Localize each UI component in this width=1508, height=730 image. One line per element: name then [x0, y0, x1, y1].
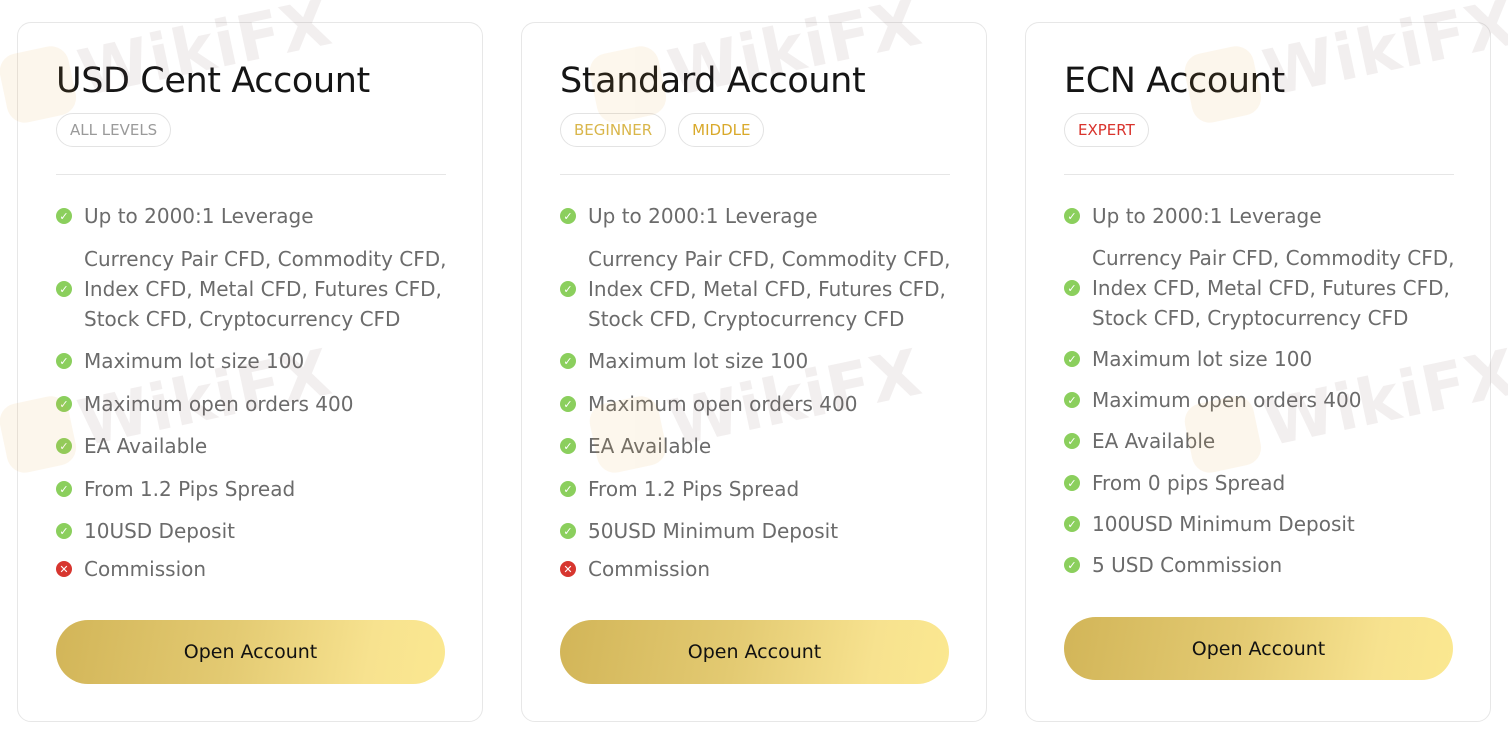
divider — [56, 174, 446, 175]
feature-text: Commission — [588, 557, 711, 581]
account-card-ecn: ECN Account EXPERT ✓ Up to 2000:1 Leverag… — [1025, 22, 1491, 722]
open-account-button[interactable]: Open Account — [56, 620, 445, 684]
check-circle-icon: ✓ — [56, 438, 72, 454]
card-title: Standard Account — [560, 61, 866, 101]
feature-item: ✓ Currency Pair CFD, Commodity CFD, Index… — [1064, 243, 1455, 333]
feature-text: Commission — [84, 557, 207, 581]
feature-item: ✓ EA Available — [56, 431, 207, 461]
feature-item: ✓ Maximum lot size 100 — [1064, 344, 1312, 374]
feature-text: Maximum open orders 400 — [84, 392, 354, 416]
feature-item: ✓ From 1.2 Pips Spread — [56, 474, 295, 504]
feature-text: From 1.2 Pips Spread — [84, 477, 296, 501]
feature-item: ✓ Up to 2000:1 Leverage — [56, 201, 314, 231]
check-circle-icon: ✓ — [56, 396, 72, 412]
feature-item: ✓ From 1.2 Pips Spread — [560, 474, 799, 504]
check-circle-icon: ✓ — [560, 281, 576, 297]
divider — [1064, 174, 1454, 175]
check-circle-icon: ✓ — [560, 353, 576, 369]
divider — [560, 174, 950, 175]
feature-item: ✓ 50USD Minimum Deposit — [560, 516, 838, 546]
level-tag-expert: EXPERT — [1064, 113, 1149, 147]
account-card-usd-cent: USD Cent Account ALL LEVELS ✓ Up to 2000:… — [17, 22, 483, 722]
feature-item: ✓ From 0 pips Spread — [1064, 468, 1285, 498]
feature-item: ✓ 5 USD Commission — [1064, 550, 1282, 580]
feature-item: ✓ Maximum lot size 100 — [560, 346, 808, 376]
feature-item: ✓ EA Available — [560, 431, 711, 461]
check-circle-icon: ✓ — [560, 523, 576, 539]
feature-item: ✓ Up to 2000:1 Leverage — [560, 201, 818, 231]
check-circle-icon: ✓ — [56, 281, 72, 297]
x-circle-icon: ✕ — [560, 561, 576, 577]
feature-item: ✓ Maximum lot size 100 — [56, 346, 304, 376]
feature-text: Maximum open orders 400 — [1092, 388, 1362, 412]
level-tags: EXPERT — [1064, 113, 1149, 147]
level-tag-beginner: BEGINNER — [560, 113, 667, 147]
check-circle-icon: ✓ — [560, 208, 576, 224]
feature-text: Maximum open orders 400 — [588, 392, 858, 416]
card-title: USD Cent Account — [56, 61, 370, 101]
feature-item: ✕ Commission — [56, 554, 206, 584]
feature-text: Currency Pair CFD, Commodity CFD, Index … — [588, 247, 951, 331]
feature-text: Up to 2000:1 Leverage — [84, 204, 314, 228]
feature-item: ✓ 100USD Minimum Deposit — [1064, 509, 1355, 539]
x-circle-icon: ✕ — [56, 561, 72, 577]
feature-item: ✕ Commission — [560, 554, 710, 584]
check-circle-icon: ✓ — [560, 396, 576, 412]
check-circle-icon: ✓ — [1064, 516, 1080, 532]
check-circle-icon: ✓ — [56, 353, 72, 369]
feature-text: EA Available — [588, 434, 712, 458]
level-tag-middle: MIDDLE — [678, 113, 765, 147]
feature-item: ✓ Maximum open orders 400 — [56, 389, 353, 419]
feature-item: ✓ 10USD Deposit — [56, 516, 235, 546]
check-circle-icon: ✓ — [1064, 557, 1080, 573]
feature-text: EA Available — [84, 434, 208, 458]
check-circle-icon: ✓ — [56, 208, 72, 224]
feature-text: Currency Pair CFD, Commodity CFD, Index … — [84, 247, 447, 331]
feature-text: 10USD Deposit — [84, 519, 235, 543]
level-tags: BEGINNER MIDDLE — [560, 113, 765, 147]
feature-text: Up to 2000:1 Leverage — [588, 204, 818, 228]
check-circle-icon: ✓ — [1064, 475, 1080, 491]
account-card-standard: Standard Account BEGINNER MIDDLE ✓ Up to … — [521, 22, 987, 722]
check-circle-icon: ✓ — [1064, 351, 1080, 367]
feature-text: From 1.2 Pips Spread — [588, 477, 800, 501]
feature-text: From 0 pips Spread — [1092, 471, 1286, 495]
feature-text: Maximum lot size 100 — [1092, 347, 1313, 371]
feature-text: Maximum lot size 100 — [588, 349, 809, 373]
feature-text: Maximum lot size 100 — [84, 349, 305, 373]
feature-item: ✓ EA Available — [1064, 426, 1215, 456]
check-circle-icon: ✓ — [56, 481, 72, 497]
check-circle-icon: ✓ — [1064, 208, 1080, 224]
feature-text: EA Available — [1092, 429, 1216, 453]
open-account-button[interactable]: Open Account — [560, 620, 949, 684]
open-account-button[interactable]: Open Account — [1064, 617, 1453, 680]
card-title: ECN Account — [1064, 61, 1285, 101]
check-circle-icon: ✓ — [1064, 392, 1080, 408]
feature-text: 50USD Minimum Deposit — [588, 519, 839, 543]
feature-text: 5 USD Commission — [1092, 553, 1283, 577]
feature-item: ✓ Currency Pair CFD, Commodity CFD, Index… — [560, 244, 951, 334]
check-circle-icon: ✓ — [56, 523, 72, 539]
feature-item: ✓ Maximum open orders 400 — [1064, 385, 1361, 415]
feature-text: 100USD Minimum Deposit — [1092, 512, 1355, 536]
feature-item: ✓ Currency Pair CFD, Commodity CFD, Index… — [56, 244, 447, 334]
feature-item: ✓ Up to 2000:1 Leverage — [1064, 201, 1322, 231]
check-circle-icon: ✓ — [1064, 280, 1080, 296]
level-tags: ALL LEVELS — [56, 113, 172, 147]
feature-text: Up to 2000:1 Leverage — [1092, 204, 1322, 228]
feature-item: ✓ Maximum open orders 400 — [560, 389, 857, 419]
check-circle-icon: ✓ — [1064, 433, 1080, 449]
check-circle-icon: ✓ — [560, 481, 576, 497]
feature-text: Currency Pair CFD, Commodity CFD, Index … — [1092, 246, 1455, 330]
check-circle-icon: ✓ — [560, 438, 576, 454]
level-tag-all-levels: ALL LEVELS — [56, 113, 172, 147]
